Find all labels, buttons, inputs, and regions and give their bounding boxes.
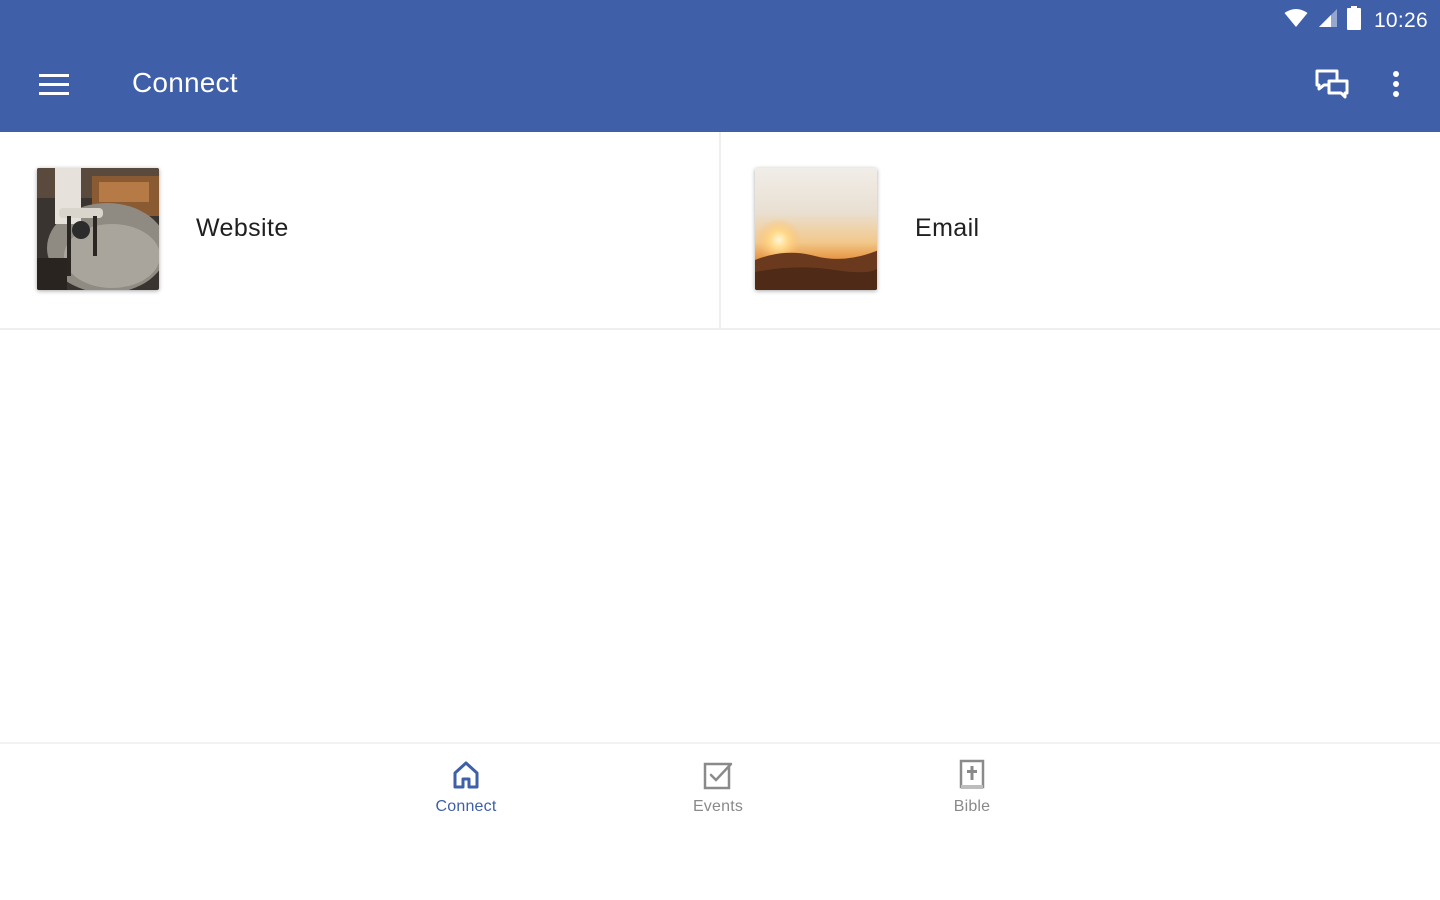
nav-label-bible: Bible xyxy=(953,798,991,815)
connect-list: Website Email xyxy=(0,132,1440,330)
nav-label-connect: Connect xyxy=(435,798,497,815)
bible-icon xyxy=(955,758,989,792)
email-label: Email xyxy=(915,214,980,242)
checkbox-icon xyxy=(701,758,735,792)
more-vert-icon xyxy=(1392,70,1400,103)
chat-button[interactable] xyxy=(1306,62,1358,110)
nav-label-events: Events xyxy=(692,798,744,815)
email-thumbnail xyxy=(755,168,877,290)
home-icon xyxy=(449,758,483,792)
bottom-navigation: Connect Events Bible xyxy=(0,742,1440,900)
status-bar: 10:26 xyxy=(0,0,1440,40)
website-thumbnail xyxy=(37,168,159,290)
status-icons: 10:26 xyxy=(1284,6,1428,35)
email-card[interactable]: Email xyxy=(719,132,1440,328)
app-bar: Connect xyxy=(0,40,1440,132)
battery-icon xyxy=(1346,6,1362,35)
website-label: Website xyxy=(196,214,289,242)
nav-item-connect[interactable]: Connect xyxy=(396,758,536,828)
wifi-icon xyxy=(1284,8,1308,33)
menu-button[interactable] xyxy=(24,62,84,110)
top-bar: 10:26 Connect xyxy=(0,0,1440,132)
hamburger-menu-icon xyxy=(39,73,69,100)
page-title: Connect xyxy=(132,67,238,98)
cell-signal-icon xyxy=(1316,8,1338,33)
app-screen: 10:26 Connect Website Email Connect Even… xyxy=(0,0,1440,900)
status-time: 10:26 xyxy=(1373,8,1428,32)
nav-item-bible[interactable]: Bible xyxy=(902,758,1042,828)
more-options-button[interactable] xyxy=(1376,62,1416,110)
chat-icon xyxy=(1315,69,1349,104)
website-card[interactable]: Website xyxy=(0,132,719,328)
nav-item-events[interactable]: Events xyxy=(648,758,788,828)
